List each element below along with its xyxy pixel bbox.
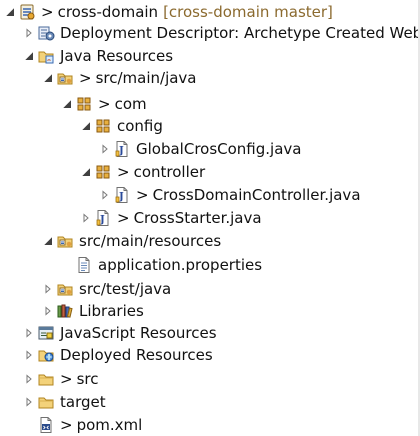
expanded-arrow-icon[interactable]: [42, 229, 54, 252]
tree-item-label: JavaScript Resources: [60, 323, 217, 342]
tree-item-label: target: [60, 392, 106, 411]
expanded-arrow-icon[interactable]: [23, 44, 35, 67]
tree-item-label: Java Resources: [60, 46, 174, 65]
changed-prefix: >: [117, 162, 130, 181]
tree-row-deployment-descriptor[interactable]: Deployment Descriptor: Archetype Created…: [23, 21, 420, 44]
changed-prefix: >: [98, 94, 111, 113]
tree-item-label: CrossDomainController.java: [152, 185, 361, 204]
expanded-arrow-icon[interactable]: [80, 160, 92, 183]
tree-item-label: src/main/resources: [79, 231, 222, 250]
tree-row-package-com[interactable]: > com: [61, 92, 147, 115]
tree-row-target-folder[interactable]: target: [23, 390, 106, 413]
project-explorer-tree: > cross-domain [cross-domain master] Dep…: [0, 0, 420, 436]
collapsed-arrow-icon[interactable]: [42, 277, 54, 300]
tree-row-javascript-resources[interactable]: JavaScript Resources: [23, 321, 217, 344]
tree-row-src-folder[interactable]: > src: [23, 367, 98, 390]
tree-item-label: GlobalCrosConfig.java: [136, 139, 302, 158]
folder-icon: [37, 393, 55, 411]
tree-row-java-resources[interactable]: Java Resources: [23, 44, 173, 67]
no-toggle: [23, 413, 35, 436]
collapsed-arrow-icon[interactable]: [23, 321, 35, 344]
changed-prefix: >: [79, 68, 92, 87]
changed-prefix: >: [60, 415, 73, 434]
java-resources-icon: [37, 47, 55, 65]
changed-prefix: >: [117, 208, 130, 227]
tree-item-label: com: [114, 94, 147, 113]
tree-row-deployed-resources[interactable]: Deployed Resources: [23, 343, 213, 366]
tree-item-label: CrossStarter.java: [133, 208, 262, 227]
changed-prefix: >: [136, 185, 149, 204]
collapsed-arrow-icon[interactable]: [23, 21, 35, 44]
tree-row-package-controller[interactable]: > controller: [80, 160, 205, 183]
package-icon: [75, 95, 93, 113]
libraries-icon: [56, 302, 74, 320]
tree-item-label: Deployed Resources: [60, 345, 213, 364]
project-icon: [18, 3, 36, 21]
source-folder-icon: [56, 280, 74, 298]
collapsed-arrow-icon[interactable]: [99, 183, 111, 206]
tree-item-label: cross-domain: [57, 2, 159, 21]
tree-item-label: controller: [133, 162, 206, 181]
properties-file-icon: [75, 256, 93, 274]
expanded-arrow-icon[interactable]: [4, 0, 16, 23]
expanded-arrow-icon[interactable]: [61, 92, 73, 115]
tree-item-label: Deployment Descriptor: Archetype Created…: [60, 23, 420, 42]
tree-row-pom-xml[interactable]: > pom.xml: [23, 413, 142, 436]
collapsed-arrow-icon[interactable]: [23, 367, 35, 390]
tree-row-src-test-java[interactable]: src/test/java: [42, 277, 171, 300]
collapsed-arrow-icon[interactable]: [23, 390, 35, 413]
collapsed-arrow-icon[interactable]: [99, 137, 111, 160]
tree-row-package-config[interactable]: config: [80, 114, 163, 137]
tree-row-global-cros-config[interactable]: J GlobalCrosConfig.java: [99, 137, 301, 160]
package-icon: [94, 163, 112, 181]
no-toggle: [61, 253, 73, 276]
collapsed-arrow-icon[interactable]: [23, 343, 35, 366]
tree-item-label: config: [117, 116, 163, 135]
expanded-arrow-icon[interactable]: [42, 66, 54, 89]
source-folder-icon: [56, 69, 74, 87]
xml-file-icon: [37, 416, 55, 434]
changed-prefix: >: [41, 2, 54, 21]
tree-row-application-properties[interactable]: application.properties: [61, 253, 262, 276]
tree-item-label: pom.xml: [76, 415, 143, 434]
tree-row-cross-domain-controller[interactable]: J > CrossDomainController.java: [99, 183, 361, 206]
tree-row-src-main-java[interactable]: > src/main/java: [42, 66, 197, 89]
package-icon: [94, 117, 112, 135]
tree-row-src-main-resources[interactable]: src/main/resources: [42, 229, 221, 252]
expanded-arrow-icon[interactable]: [80, 114, 92, 137]
source-folder-icon: [56, 232, 74, 250]
javascript-resources-icon: [37, 324, 55, 342]
changed-prefix: >: [60, 369, 73, 388]
collapsed-arrow-icon[interactable]: [42, 299, 54, 322]
collapsed-arrow-icon[interactable]: [80, 206, 92, 229]
tree-row-project[interactable]: > cross-domain [cross-domain master]: [4, 0, 333, 23]
java-file-icon: J: [94, 209, 112, 227]
folder-icon: [37, 370, 55, 388]
tree-item-label: application.properties: [98, 255, 263, 274]
tree-item-label: src/main/java: [95, 68, 197, 87]
repository-decoration: [cross-domain master]: [163, 2, 333, 21]
tree-item-label: src/test/java: [79, 279, 172, 298]
deployment-descriptor-icon: [37, 24, 55, 42]
tree-item-label: Libraries: [79, 301, 144, 320]
tree-item-label: src: [76, 369, 99, 388]
java-file-icon: J: [113, 140, 131, 158]
deployed-resources-icon: [37, 346, 55, 364]
tree-row-libraries[interactable]: Libraries: [42, 299, 144, 322]
tree-row-cross-starter[interactable]: J > CrossStarter.java: [80, 206, 262, 229]
java-file-icon: J: [113, 186, 131, 204]
